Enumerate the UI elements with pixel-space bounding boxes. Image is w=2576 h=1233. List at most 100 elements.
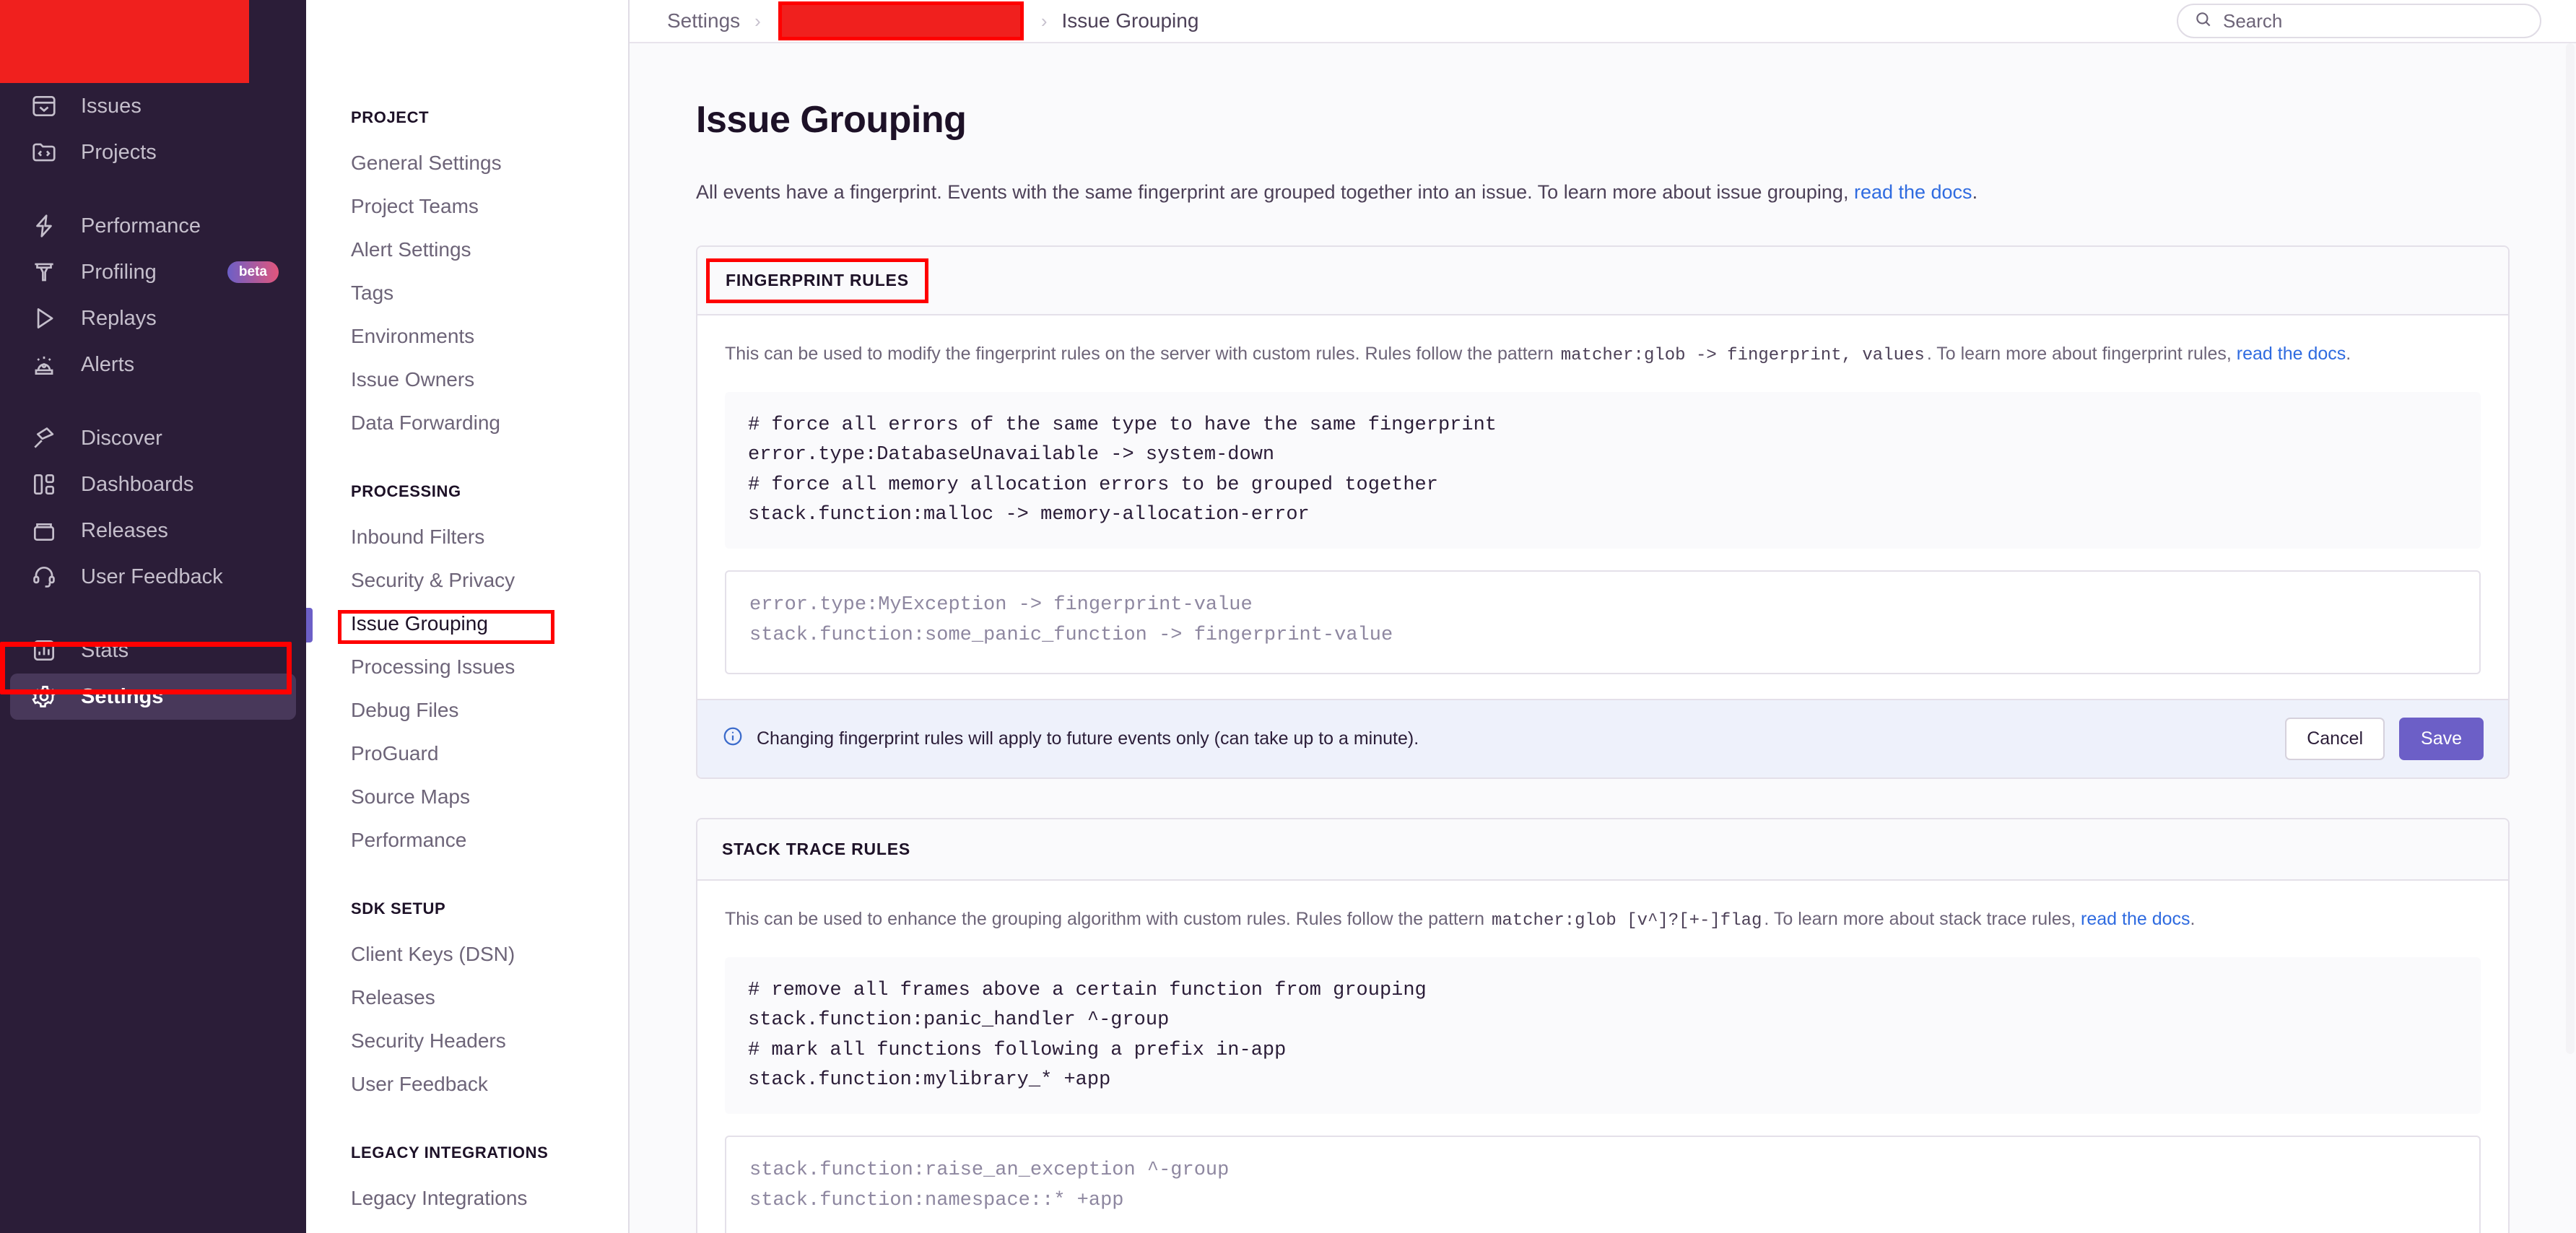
breadcrumb-settings[interactable]: Settings (667, 9, 740, 32)
stack-trace-rules-panel-body: This can be used to enhance the grouping… (697, 881, 2508, 1233)
stack-trace-rules-help: This can be used to enhance the grouping… (725, 905, 2481, 934)
projects-icon (29, 137, 59, 167)
breadcrumb-separator-icon: › (1041, 12, 1048, 30)
settings-nav-item-tags[interactable]: Tags (351, 271, 628, 315)
stats-icon (29, 635, 59, 666)
fingerprint-footer-note: Changing fingerprint rules will apply to… (722, 726, 1419, 752)
settings-nav-item-project-teams[interactable]: Project Teams (351, 185, 628, 228)
page-description: All events have a fingerprint. Events wi… (696, 179, 2524, 206)
releases-icon (29, 515, 59, 546)
page-scrollbar-thumb[interactable] (2566, 43, 2575, 1054)
issues-icon (29, 91, 59, 121)
fingerprint-footer-buttons: Cancel Save (2285, 718, 2484, 760)
settings-nav-item-client-keys[interactable]: Client Keys (DSN) (351, 933, 628, 976)
sidebar-item-releases[interactable]: Releases (10, 507, 296, 554)
discover-icon (29, 423, 59, 453)
settings-nav-item-data-forwarding[interactable]: Data Forwarding (351, 401, 628, 445)
page-scrollbar[interactable] (2564, 0, 2576, 1233)
gear-icon (29, 681, 59, 712)
nav-group-3: Stats Settings (0, 627, 306, 720)
settings-nav-active-indicator (306, 608, 313, 642)
sidebar-item-projects[interactable]: Projects (10, 129, 296, 175)
page-title: Issue Grouping (696, 98, 2524, 141)
settings-nav-item-performance[interactable]: Performance (351, 819, 628, 862)
breadcrumb-project-redacted[interactable] (778, 1, 1024, 40)
settings-nav: PROJECT General Settings Project Teams A… (306, 0, 630, 1233)
settings-nav-item-issue-grouping[interactable]: Issue Grouping (351, 602, 628, 645)
primary-sidebar: Issues Projects Performance Profiling be… (0, 0, 306, 1233)
fingerprint-rules-panel-header: FINGERPRINT RULES (697, 247, 2508, 315)
sidebar-item-discover[interactable]: Discover (10, 415, 296, 461)
stack-trace-example-code: # remove all frames above a certain func… (725, 957, 2481, 1114)
sidebar-item-dashboards[interactable]: Dashboards (10, 461, 296, 507)
fingerprint-rules-textarea[interactable]: error.type:MyException -> fingerprint-va… (725, 570, 2481, 674)
sidebar-item-issues[interactable]: Issues (10, 83, 296, 129)
beta-badge: beta (227, 261, 279, 283)
settings-nav-item-general-settings[interactable]: General Settings (351, 141, 628, 185)
breadcrumb-separator-icon: › (754, 12, 761, 30)
fingerprint-rules-help: This can be used to modify the fingerpri… (725, 340, 2481, 369)
nav-group-2: Discover Dashboards Releases User Feedba… (0, 415, 306, 600)
cancel-button[interactable]: Cancel (2285, 718, 2385, 760)
stack-trace-rules-title: STACK TRACE RULES (722, 840, 910, 859)
settings-nav-heading-processing: PROCESSING (351, 482, 628, 501)
search-placeholder: Search (2223, 10, 2282, 32)
help-text-post: . (2190, 909, 2196, 929)
stack-trace-rules-textarea[interactable]: stack.function:raise_an_exception ^-grou… (725, 1136, 2481, 1233)
dashboards-icon (29, 469, 59, 500)
sidebar-item-user-feedback[interactable]: User Feedback (10, 554, 296, 600)
settings-nav-item-inbound-filters[interactable]: Inbound Filters (351, 515, 628, 559)
save-button[interactable]: Save (2399, 718, 2484, 760)
search-icon (2194, 10, 2213, 32)
read-the-docs-link[interactable]: read the docs (1854, 181, 1972, 203)
sidebar-item-alerts[interactable]: Alerts (10, 341, 296, 388)
sidebar-item-settings[interactable]: Settings (10, 674, 296, 720)
settings-nav-item-source-maps[interactable]: Source Maps (351, 775, 628, 819)
info-icon (722, 726, 757, 752)
settings-nav-item-alert-settings[interactable]: Alert Settings (351, 228, 628, 271)
nav-group-0: Issues Projects (0, 83, 306, 175)
replays-icon (29, 303, 59, 334)
sidebar-item-label: Issues (81, 95, 142, 118)
settings-nav-item-security-headers[interactable]: Security Headers (351, 1019, 628, 1063)
sidebar-item-profiling[interactable]: Profiling beta (10, 249, 296, 295)
org-logo-redacted[interactable] (0, 0, 249, 83)
stack-trace-rules-panel-header: STACK TRACE RULES (697, 819, 2508, 881)
sidebar-item-replays[interactable]: Replays (10, 295, 296, 341)
fingerprint-rules-panel: FINGERPRINT RULES This can be used to mo… (696, 245, 2510, 779)
settings-nav-item-user-feedback[interactable]: User Feedback (351, 1063, 628, 1106)
fingerprint-rules-panel-body: This can be used to modify the fingerpri… (697, 315, 2508, 699)
sidebar-item-label: Releases (81, 519, 168, 543)
settings-nav-item-releases[interactable]: Releases (351, 976, 628, 1019)
alerts-icon (29, 349, 59, 380)
search-input[interactable]: Search (2177, 4, 2541, 38)
sidebar-item-stats[interactable]: Stats (10, 627, 296, 674)
user-feedback-icon (29, 562, 59, 592)
fingerprint-rules-title: FINGERPRINT RULES (706, 258, 928, 303)
fingerprint-rules-panel-footer: Changing fingerprint rules will apply to… (697, 699, 2508, 777)
help-text-post: . (2346, 344, 2351, 364)
settings-nav-item-legacy-integrations[interactable]: Legacy Integrations (351, 1177, 628, 1220)
stack-trace-read-the-docs-link[interactable]: read the docs (2081, 909, 2190, 929)
sidebar-item-label: Dashboards (81, 473, 193, 497)
fingerprint-pattern-code: matcher:glob -> fingerprint, values (1559, 346, 1927, 365)
settings-nav-item-proguard[interactable]: ProGuard (351, 732, 628, 775)
settings-nav-item-debug-files[interactable]: Debug Files (351, 689, 628, 732)
sidebar-item-label: Projects (81, 141, 157, 165)
help-text-mid: . To learn more about fingerprint rules, (1927, 344, 2237, 364)
sidebar-item-label: Performance (81, 214, 201, 238)
sidebar-item-performance[interactable]: Performance (10, 203, 296, 249)
fingerprint-footer-note-text: Changing fingerprint rules will apply to… (757, 728, 1419, 749)
profiling-icon (29, 257, 59, 287)
performance-icon (29, 211, 59, 241)
sidebar-item-label: Replays (81, 307, 157, 331)
settings-nav-item-environments[interactable]: Environments (351, 315, 628, 358)
settings-nav-item-processing-issues[interactable]: Processing Issues (351, 645, 628, 689)
settings-nav-item-security-privacy[interactable]: Security & Privacy (351, 559, 628, 602)
settings-nav-item-issue-owners[interactable]: Issue Owners (351, 358, 628, 401)
nav-group-1: Performance Profiling beta Replays Alert… (0, 203, 306, 388)
sidebar-item-label: Stats (81, 639, 129, 663)
fingerprint-read-the-docs-link[interactable]: read the docs (2237, 344, 2346, 364)
fingerprint-example-code: # force all errors of the same type to h… (725, 392, 2481, 549)
settings-nav-heading-sdk-setup: SDK SETUP (351, 899, 628, 918)
